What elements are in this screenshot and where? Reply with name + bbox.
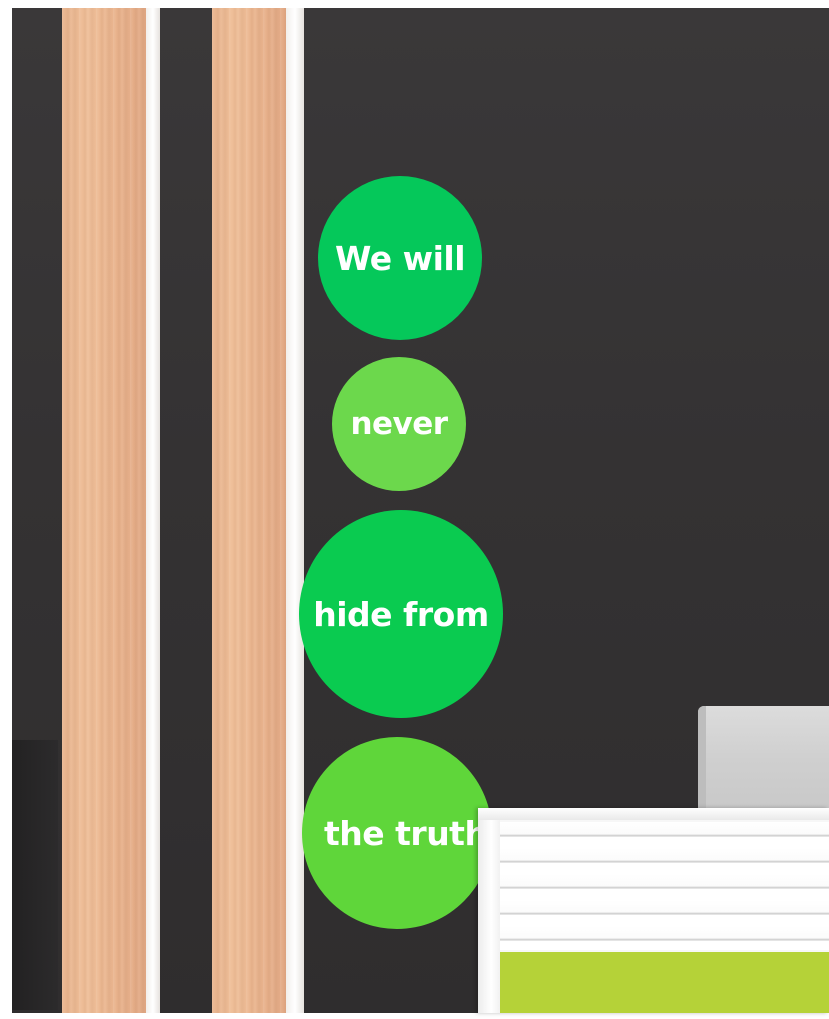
computer-monitor-back: [698, 706, 829, 814]
green-circle-we-will: We will: [318, 176, 482, 340]
green-circle-the-truth: the truth: [302, 737, 492, 929]
photo-scene: We will never hide from the truth: [0, 0, 829, 1019]
desk-side-edge: [478, 808, 500, 1013]
desk-slatted-panel: [500, 822, 829, 950]
circle-text-hide-from: hide from: [313, 594, 489, 634]
circle-text-never: never: [350, 406, 448, 442]
wall-shadow: [12, 740, 58, 1010]
monitor-edge: [698, 706, 706, 814]
desk-green-panel: [500, 952, 829, 1013]
green-circle-hide-from: hide from: [299, 510, 503, 718]
white-slat-edge-right: [286, 8, 304, 1013]
desk-top-edge: [478, 808, 829, 820]
green-circle-never: never: [332, 357, 466, 491]
wood-slat-right: [212, 8, 286, 1013]
wood-slat-left: [62, 8, 146, 1013]
white-slat-edge-left: [146, 8, 160, 1013]
circle-text-we-will: We will: [334, 238, 466, 278]
circle-text-the-truth: the truth: [324, 813, 488, 853]
